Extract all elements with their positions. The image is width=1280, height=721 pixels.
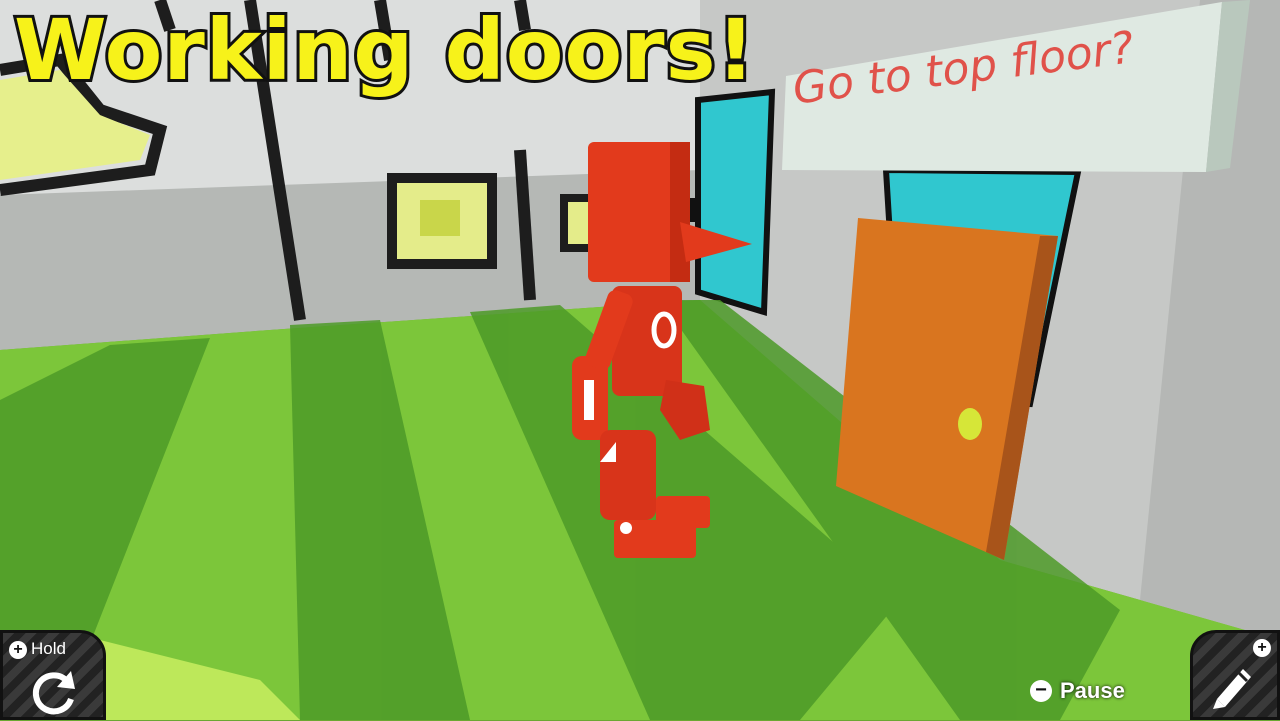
hold-label: Hold [31,639,66,658]
title-caption: Working doors! [11,1,758,99]
game-scene[interactable] [0,0,1280,720]
door-knob[interactable] [958,408,982,440]
robot-arm-mark [584,380,594,420]
hold-button[interactable]: + Hold [0,630,106,720]
minus-icon: − [1030,680,1052,702]
rotate-arrow-icon [32,671,75,715]
edit-button[interactable]: + [1190,630,1280,720]
robot-foot-dot [620,522,632,534]
robot-leg [600,430,656,520]
pause-label: Pause [1060,678,1125,703]
wall-frame-inner [420,200,460,236]
robot-eye [690,198,698,222]
plus-icon: + [9,641,27,659]
pen-icon [1213,669,1251,709]
plus-icon: + [1253,639,1271,657]
pause-button[interactable]: − Pause [1030,678,1125,704]
window-left [695,88,776,317]
